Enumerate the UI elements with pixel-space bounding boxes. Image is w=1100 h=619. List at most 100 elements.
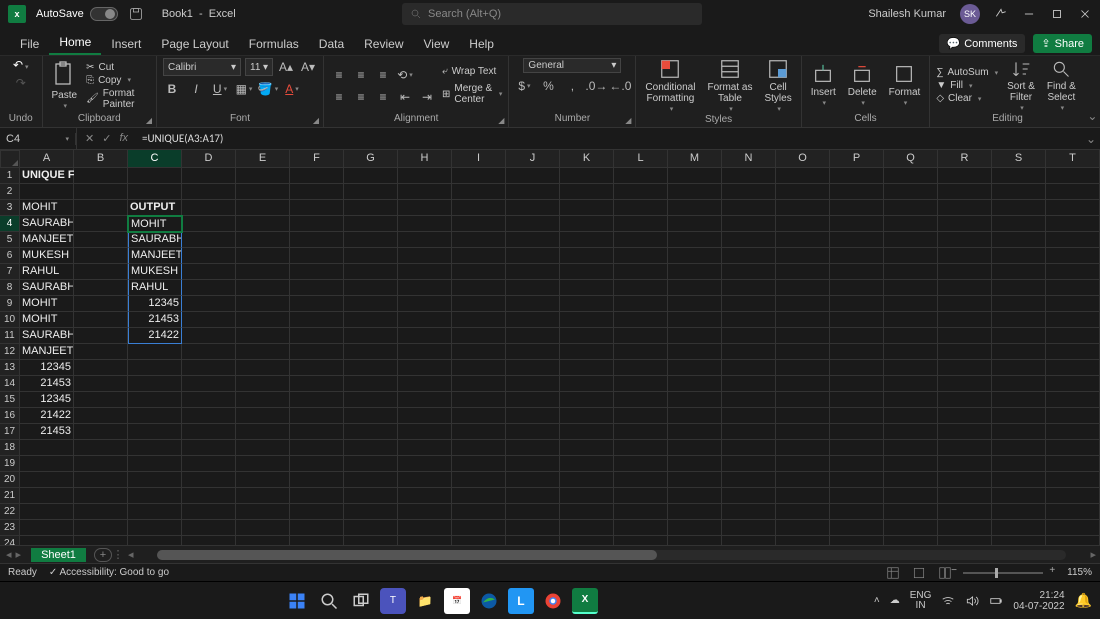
row-header[interactable]: 9 (0, 296, 20, 312)
font-color-button[interactable]: A▾ (283, 80, 301, 98)
cell[interactable] (560, 296, 614, 312)
zoom-slider[interactable] (963, 572, 1043, 574)
cell[interactable] (398, 168, 452, 184)
cell[interactable] (506, 200, 560, 216)
column-header[interactable]: E (236, 150, 290, 168)
cell[interactable] (722, 376, 776, 392)
cell[interactable] (884, 200, 938, 216)
cell[interactable] (830, 184, 884, 200)
cell[interactable] (560, 328, 614, 344)
cell[interactable] (992, 216, 1046, 232)
cell[interactable] (560, 424, 614, 440)
cell[interactable] (776, 232, 830, 248)
cell[interactable] (344, 536, 398, 545)
row-header[interactable]: 24 (0, 536, 20, 545)
cell[interactable] (992, 440, 1046, 456)
format-cells-button[interactable]: Format▾ (886, 63, 924, 108)
cell[interactable] (722, 472, 776, 488)
cell[interactable] (938, 232, 992, 248)
cell[interactable] (938, 504, 992, 520)
cell[interactable] (20, 536, 74, 545)
save-icon[interactable] (128, 6, 144, 22)
column-header[interactable]: M (668, 150, 722, 168)
cell[interactable] (560, 472, 614, 488)
cell[interactable] (776, 456, 830, 472)
cell[interactable] (614, 232, 668, 248)
cell[interactable] (74, 232, 128, 248)
cell[interactable] (560, 440, 614, 456)
cell[interactable] (182, 232, 236, 248)
cell[interactable] (236, 296, 290, 312)
cell[interactable] (182, 168, 236, 184)
row-header[interactable]: 17 (0, 424, 20, 440)
add-sheet-button[interactable]: + (94, 548, 112, 562)
cell[interactable] (236, 184, 290, 200)
cell[interactable] (884, 360, 938, 376)
cell[interactable] (452, 264, 506, 280)
cell[interactable] (830, 312, 884, 328)
search-input[interactable]: Search (Alt+Q) (402, 3, 702, 25)
cell[interactable] (1046, 536, 1100, 545)
row-header[interactable]: 6 (0, 248, 20, 264)
cell[interactable]: MOHIT (20, 200, 74, 216)
cell[interactable] (290, 168, 344, 184)
cell[interactable] (236, 408, 290, 424)
cell[interactable] (182, 376, 236, 392)
row-header[interactable]: 1 (0, 168, 20, 184)
cell[interactable] (236, 168, 290, 184)
cell[interactable] (290, 472, 344, 488)
cell[interactable] (398, 264, 452, 280)
cell[interactable] (884, 232, 938, 248)
cell[interactable] (290, 296, 344, 312)
cell[interactable] (668, 200, 722, 216)
cell[interactable] (884, 280, 938, 296)
bold-button[interactable]: B (163, 80, 181, 98)
cell[interactable] (74, 392, 128, 408)
cell[interactable] (938, 248, 992, 264)
cell[interactable] (344, 248, 398, 264)
cell[interactable] (560, 488, 614, 504)
column-header[interactable]: H (398, 150, 452, 168)
cell[interactable]: MANJEET (20, 344, 74, 360)
cell[interactable] (128, 456, 182, 472)
cell[interactable] (722, 248, 776, 264)
cell[interactable] (830, 264, 884, 280)
cell[interactable] (668, 168, 722, 184)
cell[interactable] (506, 488, 560, 504)
cell[interactable] (74, 360, 128, 376)
cell[interactable] (938, 376, 992, 392)
cell[interactable] (452, 472, 506, 488)
cell[interactable] (668, 456, 722, 472)
cell[interactable] (1046, 328, 1100, 344)
cell[interactable] (290, 216, 344, 232)
cell[interactable] (74, 280, 128, 296)
cell[interactable] (776, 520, 830, 536)
cell[interactable] (506, 216, 560, 232)
cell[interactable] (830, 504, 884, 520)
cell[interactable] (182, 504, 236, 520)
cell[interactable] (506, 296, 560, 312)
cell[interactable] (668, 296, 722, 312)
row-header[interactable]: 19 (0, 456, 20, 472)
cell[interactable] (20, 456, 74, 472)
cell[interactable] (452, 520, 506, 536)
cell[interactable] (128, 376, 182, 392)
cell[interactable] (236, 200, 290, 216)
cell[interactable] (290, 424, 344, 440)
tab-view[interactable]: View (414, 31, 460, 55)
cell[interactable] (20, 472, 74, 488)
cell[interactable] (74, 472, 128, 488)
cell[interactable] (398, 200, 452, 216)
cell[interactable] (128, 504, 182, 520)
cell[interactable] (938, 216, 992, 232)
sort-filter-button[interactable]: Sort & Filter▾ (1004, 59, 1038, 113)
name-box[interactable]: C4▾ (0, 133, 76, 145)
cell[interactable] (290, 408, 344, 424)
cell[interactable] (74, 216, 128, 232)
cell[interactable] (830, 408, 884, 424)
cell[interactable] (20, 440, 74, 456)
wifi-icon[interactable] (941, 594, 955, 608)
cell[interactable]: OUTPUT (128, 200, 182, 216)
clock[interactable]: 21:2404-07-2022 (1013, 590, 1064, 612)
wrap-text-button[interactable]: ⤶ Wrap Text (442, 66, 502, 77)
